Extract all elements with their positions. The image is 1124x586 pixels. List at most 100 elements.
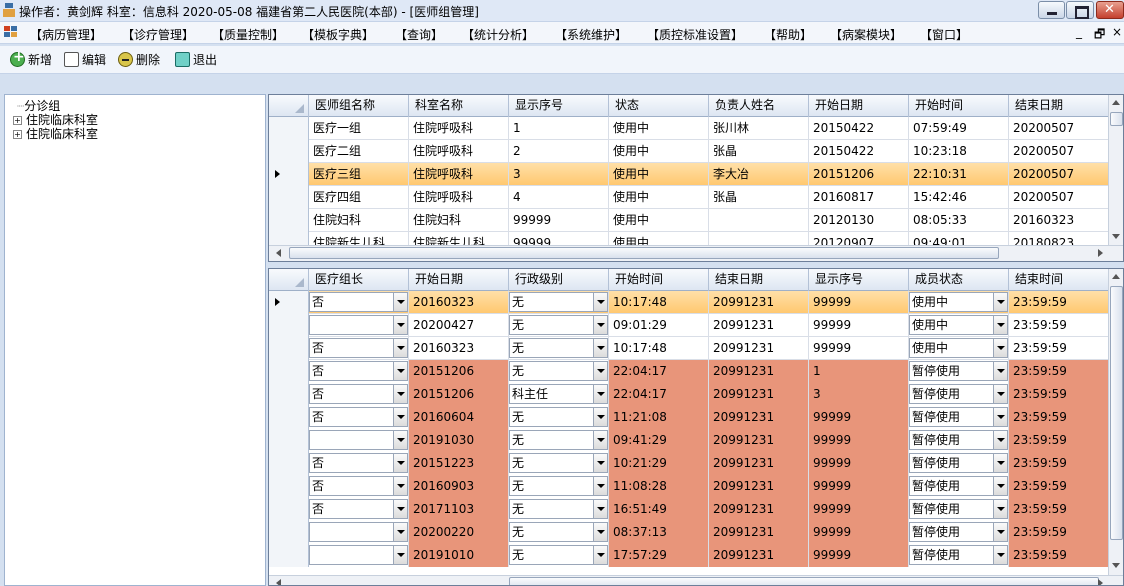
chevron-down-icon[interactable] (393, 385, 407, 403)
table-cell[interactable]: 暂停使用 (909, 475, 1009, 498)
top-grid-vscroll[interactable] (1108, 95, 1123, 245)
table-cell[interactable]: 使用中 (609, 186, 709, 209)
table-cell[interactable]: 99999 (509, 209, 609, 232)
leader-dropdown[interactable] (309, 545, 408, 565)
status-dropdown[interactable]: 暂停使用 (909, 407, 1008, 427)
chevron-down-icon[interactable] (393, 316, 407, 334)
chevron-down-icon[interactable] (393, 362, 407, 380)
table-cell[interactable] (309, 544, 409, 567)
column-header[interactable]: 结束时间 (1009, 269, 1109, 291)
table-cell[interactable]: 使用中 (909, 291, 1009, 314)
table-cell[interactable]: 无 (509, 291, 609, 314)
column-header[interactable]: 负责人姓名 (709, 95, 809, 117)
chevron-down-icon[interactable] (593, 362, 607, 380)
add-button[interactable]: 新增 (10, 49, 52, 69)
table-row[interactable]: 医疗四组 住院呼吸科 4 使用中 张晶 20160817 15:42:46 20200507 (269, 186, 1109, 209)
table-cell[interactable]: 15:42:46 (909, 186, 1009, 209)
table-cell[interactable]: 张川林 (709, 117, 809, 140)
chevron-down-icon[interactable] (393, 500, 407, 518)
scroll-left-icon[interactable] (271, 246, 286, 261)
table-cell[interactable]: 住院妇科 (309, 209, 409, 232)
table-cell[interactable]: 20160817 (809, 186, 909, 209)
status-dropdown[interactable]: 使用中 (909, 338, 1008, 358)
table-row[interactable]: 否 20151206 无 22:04:17 20991231 1 暂停使用 23:59:59 (269, 360, 1109, 383)
table-row[interactable]: 20200220 无 08:37:13 20991231 99999 暂停使用 23:59:… (269, 521, 1109, 544)
table-cell[interactable]: 无 (509, 314, 609, 337)
chevron-down-icon[interactable] (993, 316, 1007, 334)
row-header[interactable] (269, 209, 309, 232)
exit-button[interactable]: 退出 (175, 51, 217, 69)
table-cell[interactable]: 否 (309, 406, 409, 429)
row-header[interactable] (269, 406, 309, 429)
table-cell[interactable]: 暂停使用 (909, 383, 1009, 406)
table-cell[interactable]: 否 (309, 291, 409, 314)
table-row[interactable]: 20191030 无 09:41:29 20991231 99999 暂停使用 23:59:… (269, 429, 1109, 452)
column-header[interactable]: 状态 (609, 95, 709, 117)
table-row[interactable]: 医疗一组 住院呼吸科 1 使用中 张川林 20150422 07:59:49 20200507 (269, 117, 1109, 140)
level-dropdown[interactable]: 无 (509, 522, 608, 542)
table-cell[interactable]: 暂停使用 (909, 429, 1009, 452)
table-cell[interactable]: 20160323 (1009, 209, 1109, 232)
status-dropdown[interactable]: 暂停使用 (909, 453, 1008, 473)
mdi-restore-button[interactable]: 🗗 (1094, 25, 1105, 46)
table-cell[interactable]: 暂停使用 (909, 544, 1009, 567)
row-header[interactable] (269, 186, 309, 209)
column-header[interactable]: 开始时间 (909, 95, 1009, 117)
delete-button[interactable]: 删除 (118, 51, 160, 69)
table-cell[interactable]: 住院呼吸科 (409, 163, 509, 186)
level-dropdown[interactable]: 无 (509, 407, 608, 427)
row-header[interactable] (269, 521, 309, 544)
table-cell[interactable]: 无 (509, 498, 609, 521)
level-dropdown[interactable]: 无 (509, 338, 608, 358)
table-row[interactable]: 否 20151223 无 10:21:29 20991231 99999 暂停使用 23:59… (269, 452, 1109, 475)
status-dropdown[interactable]: 暂停使用 (909, 545, 1008, 565)
chevron-down-icon[interactable] (993, 293, 1007, 311)
chevron-down-icon[interactable] (593, 546, 607, 564)
table-cell[interactable]: 暂停使用 (909, 521, 1009, 544)
table-cell[interactable]: 20151206 (809, 163, 909, 186)
table-row[interactable]: 20200427 无 09:01:29 20991231 99999 使用中 23:59:5… (269, 314, 1109, 337)
chevron-down-icon[interactable] (393, 408, 407, 426)
status-dropdown[interactable]: 暂停使用 (909, 499, 1008, 519)
column-header[interactable]: 成员状态 (909, 269, 1009, 291)
table-cell[interactable]: 医疗一组 (309, 117, 409, 140)
column-header[interactable]: 显示序号 (509, 95, 609, 117)
table-cell[interactable]: 否 (309, 475, 409, 498)
status-dropdown[interactable]: 暂停使用 (909, 430, 1008, 450)
leader-dropdown[interactable]: 否 (309, 453, 408, 473)
table-cell[interactable]: 20200507 (1009, 163, 1109, 186)
chevron-down-icon[interactable] (393, 546, 407, 564)
edit-button[interactable]: 编辑 (64, 51, 106, 69)
table-cell[interactable]: 1 (509, 117, 609, 140)
level-dropdown[interactable]: 无 (509, 315, 608, 335)
level-dropdown[interactable]: 无 (509, 292, 608, 312)
chevron-down-icon[interactable] (993, 454, 1007, 472)
table-cell[interactable]: 无 (509, 337, 609, 360)
chevron-down-icon[interactable] (593, 500, 607, 518)
table-cell[interactable]: 4 (509, 186, 609, 209)
leader-dropdown[interactable]: 否 (309, 292, 408, 312)
table-cell[interactable]: 2 (509, 140, 609, 163)
column-header[interactable]: 开始时间 (609, 269, 709, 291)
table-cell[interactable] (309, 314, 409, 337)
row-header[interactable] (269, 429, 309, 452)
scroll-thumb[interactable] (1110, 112, 1123, 126)
table-row[interactable]: 医疗三组 住院呼吸科 3 使用中 李大冶 20151206 22:10:31 20200507 (269, 163, 1109, 186)
table-row[interactable]: 否 20151206 科主任 22:04:17 20991231 3 暂停使用 23:59:5… (269, 383, 1109, 406)
scroll-left-icon[interactable] (271, 576, 286, 585)
column-header[interactable]: 科室名称 (409, 95, 509, 117)
menu-system-maintenance[interactable]: 【系统维护】 (555, 26, 627, 43)
table-cell[interactable]: 20150422 (809, 117, 909, 140)
status-dropdown[interactable]: 暂停使用 (909, 476, 1008, 496)
row-header[interactable] (269, 291, 309, 314)
status-dropdown[interactable]: 使用中 (909, 292, 1008, 312)
table-cell[interactable]: 无 (509, 475, 609, 498)
table-cell[interactable]: 暂停使用 (909, 498, 1009, 521)
leader-dropdown[interactable]: 否 (309, 384, 408, 404)
row-header[interactable] (269, 452, 309, 475)
chevron-down-icon[interactable] (993, 431, 1007, 449)
table-cell[interactable]: 无 (509, 544, 609, 567)
table-cell[interactable]: 张晶 (709, 140, 809, 163)
chevron-down-icon[interactable] (393, 523, 407, 541)
menu-window[interactable]: 【窗口】 (920, 26, 968, 43)
